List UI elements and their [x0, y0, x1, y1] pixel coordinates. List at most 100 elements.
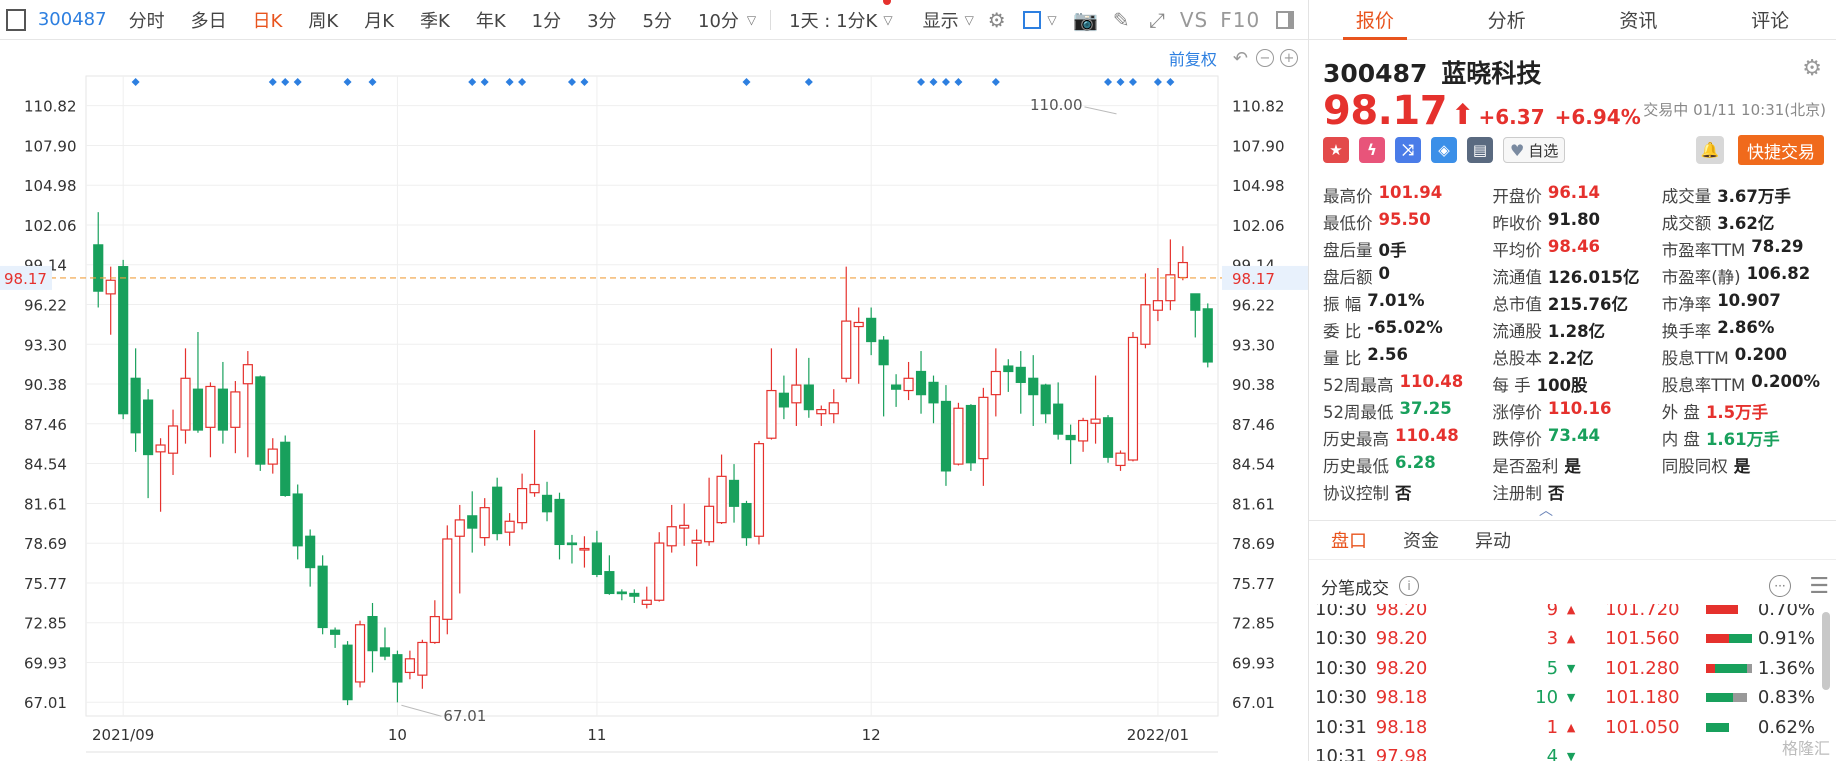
stat-label: 流通值 [1492, 267, 1542, 287]
display-menu[interactable]: 显示 [923, 7, 959, 33]
stat-value: 37.25 [1399, 398, 1452, 418]
camera-icon[interactable]: 📷 [1073, 7, 1099, 33]
candle-body [978, 396, 989, 460]
notebook-icon[interactable]: ▤ [1467, 137, 1493, 163]
bar-segment [1705, 634, 1729, 643]
stat-label: 历史最低 [1323, 456, 1389, 476]
watermark-logo: 格隆汇 [1781, 739, 1830, 758]
menu-icon[interactable]: ☰ [1809, 574, 1829, 599]
settings-gear-icon[interactable]: ⚙ [984, 7, 1010, 33]
tab-10min[interactable]: 10分 [698, 7, 739, 33]
tab-news[interactable]: 资讯 [1573, 0, 1705, 39]
quick-trade-button[interactable]: 快捷交易 [1738, 135, 1824, 165]
reset-icon[interactable]: ↶ [1233, 48, 1248, 69]
chevron-down-icon[interactable]: ▽ [965, 13, 974, 27]
tab-fenshi[interactable]: 分时 [129, 7, 165, 33]
vs-compare-button[interactable]: VS [1180, 8, 1208, 32]
fq-adjust-select[interactable]: 前复权 [1169, 46, 1217, 70]
candle-body [1127, 336, 1139, 461]
bar-segment [1747, 663, 1752, 673]
stat-cell: 盘后量 0手 [1323, 237, 1492, 261]
tab-season-k[interactable]: 季K [420, 7, 450, 33]
stat-label: 是否盈利 [1492, 456, 1559, 476]
kline-chart[interactable]: 110.82 110.82 107.90 107.90 104.98 104.98 102.… [0, 40, 1308, 761]
zoom-in-icon[interactable]: + [1280, 49, 1298, 67]
stat-cell: 委 比 -65.02% [1323, 318, 1492, 342]
level-percent: 0.70% [1757, 604, 1815, 620]
tab-anomaly[interactable]: 异动 [1475, 527, 1511, 553]
collapse-chevron-icon[interactable]: ︿ [1539, 500, 1553, 520]
gear-icon[interactable]: ⚙ [1802, 56, 1822, 81]
y-tick-label-left: 104.98 [24, 177, 77, 195]
stat-label: 协议控制 [1323, 483, 1389, 503]
tab-1min[interactable]: 1分 [532, 7, 561, 33]
tab-pankou[interactable]: 盘口 [1331, 527, 1367, 553]
tab-month-k[interactable]: 月K [364, 7, 394, 33]
bell-icon[interactable]: 🔔 [1696, 136, 1724, 164]
tab-quote[interactable]: 报价 [1309, 0, 1441, 40]
candle-body [1015, 366, 1026, 383]
bar-segment [1705, 722, 1729, 732]
stats-row: 盘后额 0 流通值 126.015亿 市盈率(静) 106.82 [1323, 262, 1833, 289]
chevron-down-icon[interactable]: ▽ [747, 13, 756, 27]
candle-body [379, 647, 391, 657]
stat-cell: 同股同权是 [1662, 453, 1833, 477]
trades-header: 分笔成交 i ··· ☰ [1321, 572, 1833, 600]
checkbox-icon[interactable] [1020, 7, 1046, 33]
y-tick-label-right: 78.69 [1232, 535, 1275, 553]
triangle-up-icon: ▲ [1566, 720, 1576, 734]
fullscreen-icon[interactable]: ⤢ [1144, 7, 1170, 33]
trades-list[interactable]: 10:30 98.20 9 ▲ 101.720 0.70% 10:30 98.20 3 ▲ 101.… [1315, 604, 1815, 761]
kline-chart-area[interactable]: 110.82 110.82 107.90 107.90 104.98 104.98 102.… [0, 40, 1308, 761]
chart-toolbar: 300487 分时 多日 日K 周K 月K 季K 年K 1分 3分 5分 10分… [0, 0, 1308, 40]
candle-body [354, 624, 366, 683]
stat-label: 股息TTM [1661, 348, 1729, 368]
zoom-out-icon[interactable]: − [1256, 49, 1274, 67]
candle-body [454, 519, 465, 537]
candle-body [741, 502, 752, 539]
tab-day-k[interactable]: 日K [253, 7, 283, 33]
y-tick-label-right: 75.77 [1232, 575, 1275, 593]
tab-year-k[interactable]: 年K [476, 7, 506, 33]
tab-3min[interactable]: 3分 [587, 7, 616, 33]
info-icon[interactable]: i [1399, 576, 1419, 596]
sidebar-toggle-icon[interactable] [1272, 7, 1298, 33]
y-tick-label-left: 81.61 [24, 495, 67, 513]
stat-label: 外 盘 [1661, 402, 1700, 422]
tab-analysis[interactable]: 分析 [1441, 0, 1573, 39]
f10-button[interactable]: F10 [1220, 8, 1260, 32]
stat-value: -65.02% [1367, 317, 1443, 337]
candle-body [778, 392, 789, 408]
tag-icon[interactable]: ◈ [1431, 137, 1457, 163]
candle-body [180, 377, 191, 431]
shuffle-icon[interactable]: ⤨ [1395, 137, 1421, 163]
candle-body [604, 571, 615, 595]
chevron-down-icon[interactable]: ▽ [1047, 13, 1056, 27]
panel-toggle-icon[interactable] [6, 8, 26, 31]
candle-body [965, 404, 976, 464]
candle-body [691, 539, 702, 544]
lightning-icon[interactable]: ϟ [1359, 137, 1385, 163]
y-tick-label-right: 87.46 [1232, 416, 1275, 434]
period-select[interactable]: 1天 : 1分K [789, 7, 877, 33]
tab-week-k[interactable]: 周K [308, 7, 338, 33]
chevron-down-icon[interactable]: ▽ [883, 0, 893, 27]
tab-funds[interactable]: 资金 [1403, 527, 1439, 553]
tab-duori[interactable]: 多日 [191, 7, 227, 33]
tab-5min[interactable]: 5分 [643, 7, 672, 33]
china-flag-icon[interactable]: ★ [1323, 137, 1349, 163]
more-icon[interactable]: ··· [1769, 575, 1791, 597]
level-price: 101.280 [1605, 657, 1680, 679]
stat-value: 0手 [1378, 240, 1407, 260]
add-watchlist-button[interactable]: ♥ 自选 [1503, 137, 1566, 163]
bar-segment [1728, 634, 1752, 643]
candle-body [130, 377, 141, 434]
pencil-icon[interactable]: ✎ [1108, 7, 1134, 33]
candle-body [666, 526, 677, 547]
stat-value: 1.28亿 [1547, 321, 1606, 341]
tab-comments[interactable]: 评论 [1704, 0, 1836, 39]
volume-ratio-bar [1705, 634, 1752, 643]
y-tick-label-right: 84.54 [1232, 456, 1275, 474]
stock-code-link[interactable]: 300487 [38, 9, 107, 30]
scrollbar[interactable] [1822, 612, 1830, 690]
